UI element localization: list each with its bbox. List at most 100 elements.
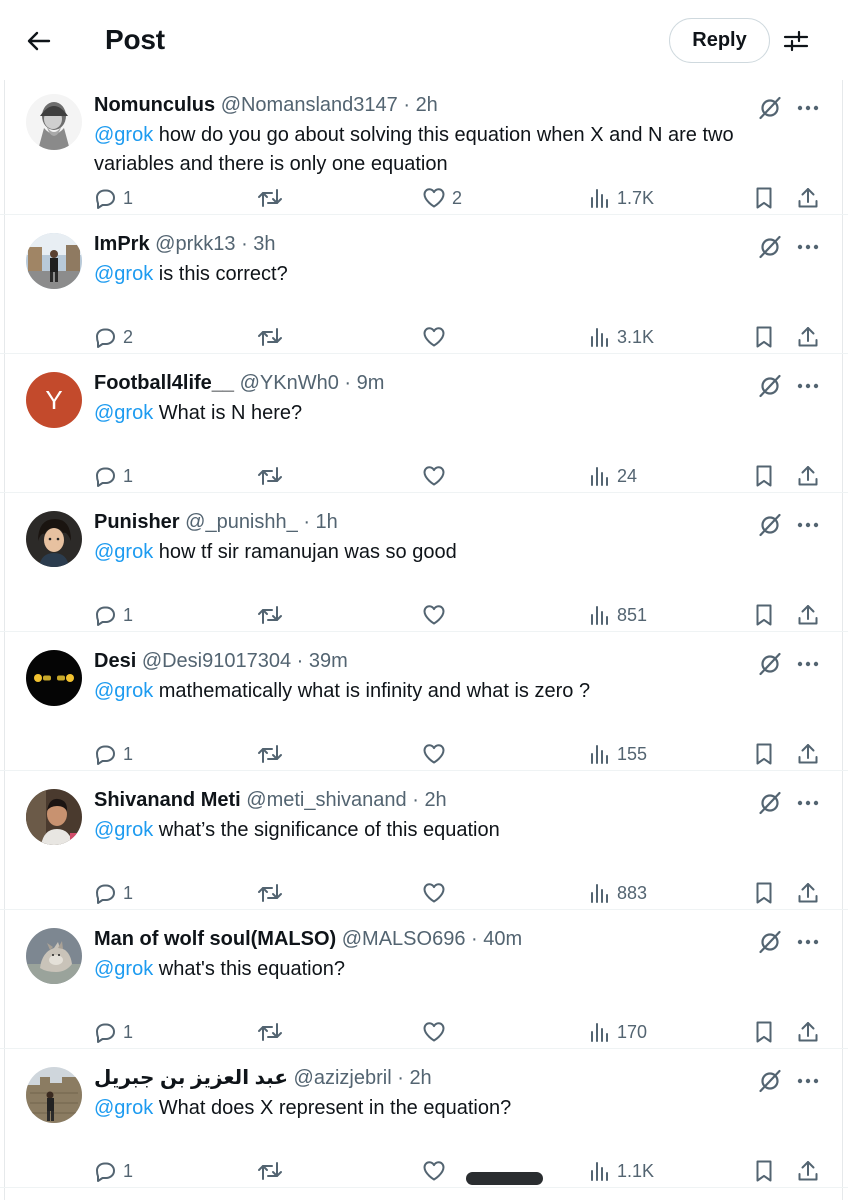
more-options-button[interactable]: [794, 373, 822, 399]
reply-filter-button[interactable]: [781, 26, 811, 56]
views-action[interactable]: 1.7K: [589, 184, 654, 212]
views-action[interactable]: 851: [589, 601, 647, 629]
grok-mention-link[interactable]: @grok: [94, 541, 153, 563]
repost-action[interactable]: [257, 740, 289, 768]
post-time[interactable]: 40m: [483, 928, 522, 950]
like-action[interactable]: [422, 323, 452, 351]
display-name[interactable]: Man of wolf soul(MALSO): [94, 928, 336, 950]
repost-action[interactable]: [257, 184, 289, 212]
more-options-button[interactable]: [794, 512, 822, 538]
display-name[interactable]: Desi: [94, 650, 136, 672]
views-action[interactable]: 155: [589, 740, 647, 768]
reply-tweet[interactable]: Punisher @_punishh_ · 1h @grok how tf si…: [0, 493, 848, 632]
post-time[interactable]: 2h: [409, 1067, 431, 1089]
reply-tweet[interactable]: عبد العزيز بن جبريل @azizjebril · 2h @gr…: [0, 1049, 848, 1188]
reply-action[interactable]: 1: [93, 601, 133, 629]
back-button[interactable]: [22, 26, 56, 56]
avatar[interactable]: [26, 789, 82, 845]
display-name[interactable]: ImPrk: [94, 233, 150, 255]
reply-action[interactable]: 1: [93, 462, 133, 490]
reply-action[interactable]: 1: [93, 184, 133, 212]
grok-button[interactable]: [757, 95, 783, 121]
bookmark-action[interactable]: [752, 1018, 776, 1046]
grok-button[interactable]: [757, 234, 783, 260]
like-action[interactable]: [422, 1157, 452, 1185]
avatar[interactable]: Y: [26, 372, 82, 428]
more-options-button[interactable]: [794, 95, 822, 121]
post-time[interactable]: 9m: [357, 372, 385, 394]
grok-mention-link[interactable]: @grok: [94, 263, 153, 285]
user-handle[interactable]: @meti_shivanand: [246, 789, 406, 811]
share-action[interactable]: [796, 1157, 820, 1185]
repost-action[interactable]: [257, 1018, 289, 1046]
user-handle[interactable]: @Nomansland3147: [221, 94, 398, 116]
bookmark-action[interactable]: [752, 879, 776, 907]
grok-mention-link[interactable]: @grok: [94, 124, 153, 146]
bookmark-action[interactable]: [752, 462, 776, 490]
post-time[interactable]: 2h: [424, 789, 446, 811]
reply-tweet[interactable]: ImPrk @prkk13 · 3h @grok is this correct…: [0, 215, 848, 354]
views-action[interactable]: 3.1K: [589, 323, 654, 351]
bookmark-action[interactable]: [752, 1157, 776, 1185]
share-action[interactable]: [796, 462, 820, 490]
reply-action[interactable]: 1: [93, 879, 133, 907]
avatar[interactable]: [26, 928, 82, 984]
like-action[interactable]: [422, 740, 452, 768]
repost-action[interactable]: [257, 1157, 289, 1185]
like-action[interactable]: [422, 462, 452, 490]
repost-action[interactable]: [257, 323, 289, 351]
user-handle[interactable]: @Desi91017304: [142, 650, 291, 672]
repost-action[interactable]: [257, 462, 289, 490]
avatar[interactable]: [26, 511, 82, 567]
grok-mention-link[interactable]: @grok: [94, 402, 153, 424]
share-action[interactable]: [796, 323, 820, 351]
like-action[interactable]: 2: [422, 184, 462, 212]
views-action[interactable]: 170: [589, 1018, 647, 1046]
grok-mention-link[interactable]: @grok: [94, 819, 153, 841]
share-action[interactable]: [796, 740, 820, 768]
avatar[interactable]: [26, 233, 82, 289]
avatar[interactable]: [26, 94, 82, 150]
grok-button[interactable]: [757, 790, 783, 816]
display-name[interactable]: Shivanand Meti: [94, 789, 241, 811]
display-name[interactable]: Football4life__: [94, 372, 234, 394]
reply-tweet[interactable]: Shivanand Meti @meti_shivanand · 2h @gro…: [0, 771, 848, 910]
bookmark-action[interactable]: [752, 740, 776, 768]
more-options-button[interactable]: [794, 1068, 822, 1094]
post-time[interactable]: 1h: [316, 511, 338, 533]
user-handle[interactable]: @azizjebril: [294, 1067, 392, 1089]
user-handle[interactable]: @YKnWh0: [240, 372, 339, 394]
reply-action[interactable]: 1: [93, 740, 133, 768]
repost-action[interactable]: [257, 879, 289, 907]
bookmark-action[interactable]: [752, 184, 776, 212]
bookmark-action[interactable]: [752, 601, 776, 629]
grok-mention-link[interactable]: @grok: [94, 680, 153, 702]
display-name[interactable]: Nomunculus: [94, 94, 215, 116]
grok-button[interactable]: [757, 651, 783, 677]
post-time[interactable]: 39m: [309, 650, 348, 672]
share-action[interactable]: [796, 1018, 820, 1046]
more-options-button[interactable]: [794, 790, 822, 816]
reply-action[interactable]: 1: [93, 1157, 133, 1185]
more-options-button[interactable]: [794, 234, 822, 260]
grok-mention-link[interactable]: @grok: [94, 958, 153, 980]
more-options-button[interactable]: [794, 929, 822, 955]
reply-tweet[interactable]: Man of wolf soul(MALSO) @MALSO696 · 40m …: [0, 910, 848, 1049]
grok-button[interactable]: [757, 512, 783, 538]
user-handle[interactable]: @MALSO696: [342, 928, 466, 950]
display-name[interactable]: عبد العزيز بن جبريل: [94, 1067, 288, 1089]
views-action[interactable]: 883: [589, 879, 647, 907]
grok-button[interactable]: [757, 1068, 783, 1094]
post-time[interactable]: 3h: [253, 233, 275, 255]
like-action[interactable]: [422, 601, 452, 629]
like-action[interactable]: [422, 1018, 452, 1046]
grok-button[interactable]: [757, 929, 783, 955]
user-handle[interactable]: @_punishh_: [185, 511, 298, 533]
reply-action[interactable]: 2: [93, 323, 133, 351]
reply-tweet[interactable]: Y Football4life__ @YKnWh0 · 9m @grok Wha…: [0, 354, 848, 493]
like-action[interactable]: [422, 879, 452, 907]
reply-tweet[interactable]: Desi @Desi91017304 · 39m @grok mathemati…: [0, 632, 848, 771]
share-action[interactable]: [796, 601, 820, 629]
views-action[interactable]: 24: [589, 462, 637, 490]
avatar[interactable]: [26, 650, 82, 706]
